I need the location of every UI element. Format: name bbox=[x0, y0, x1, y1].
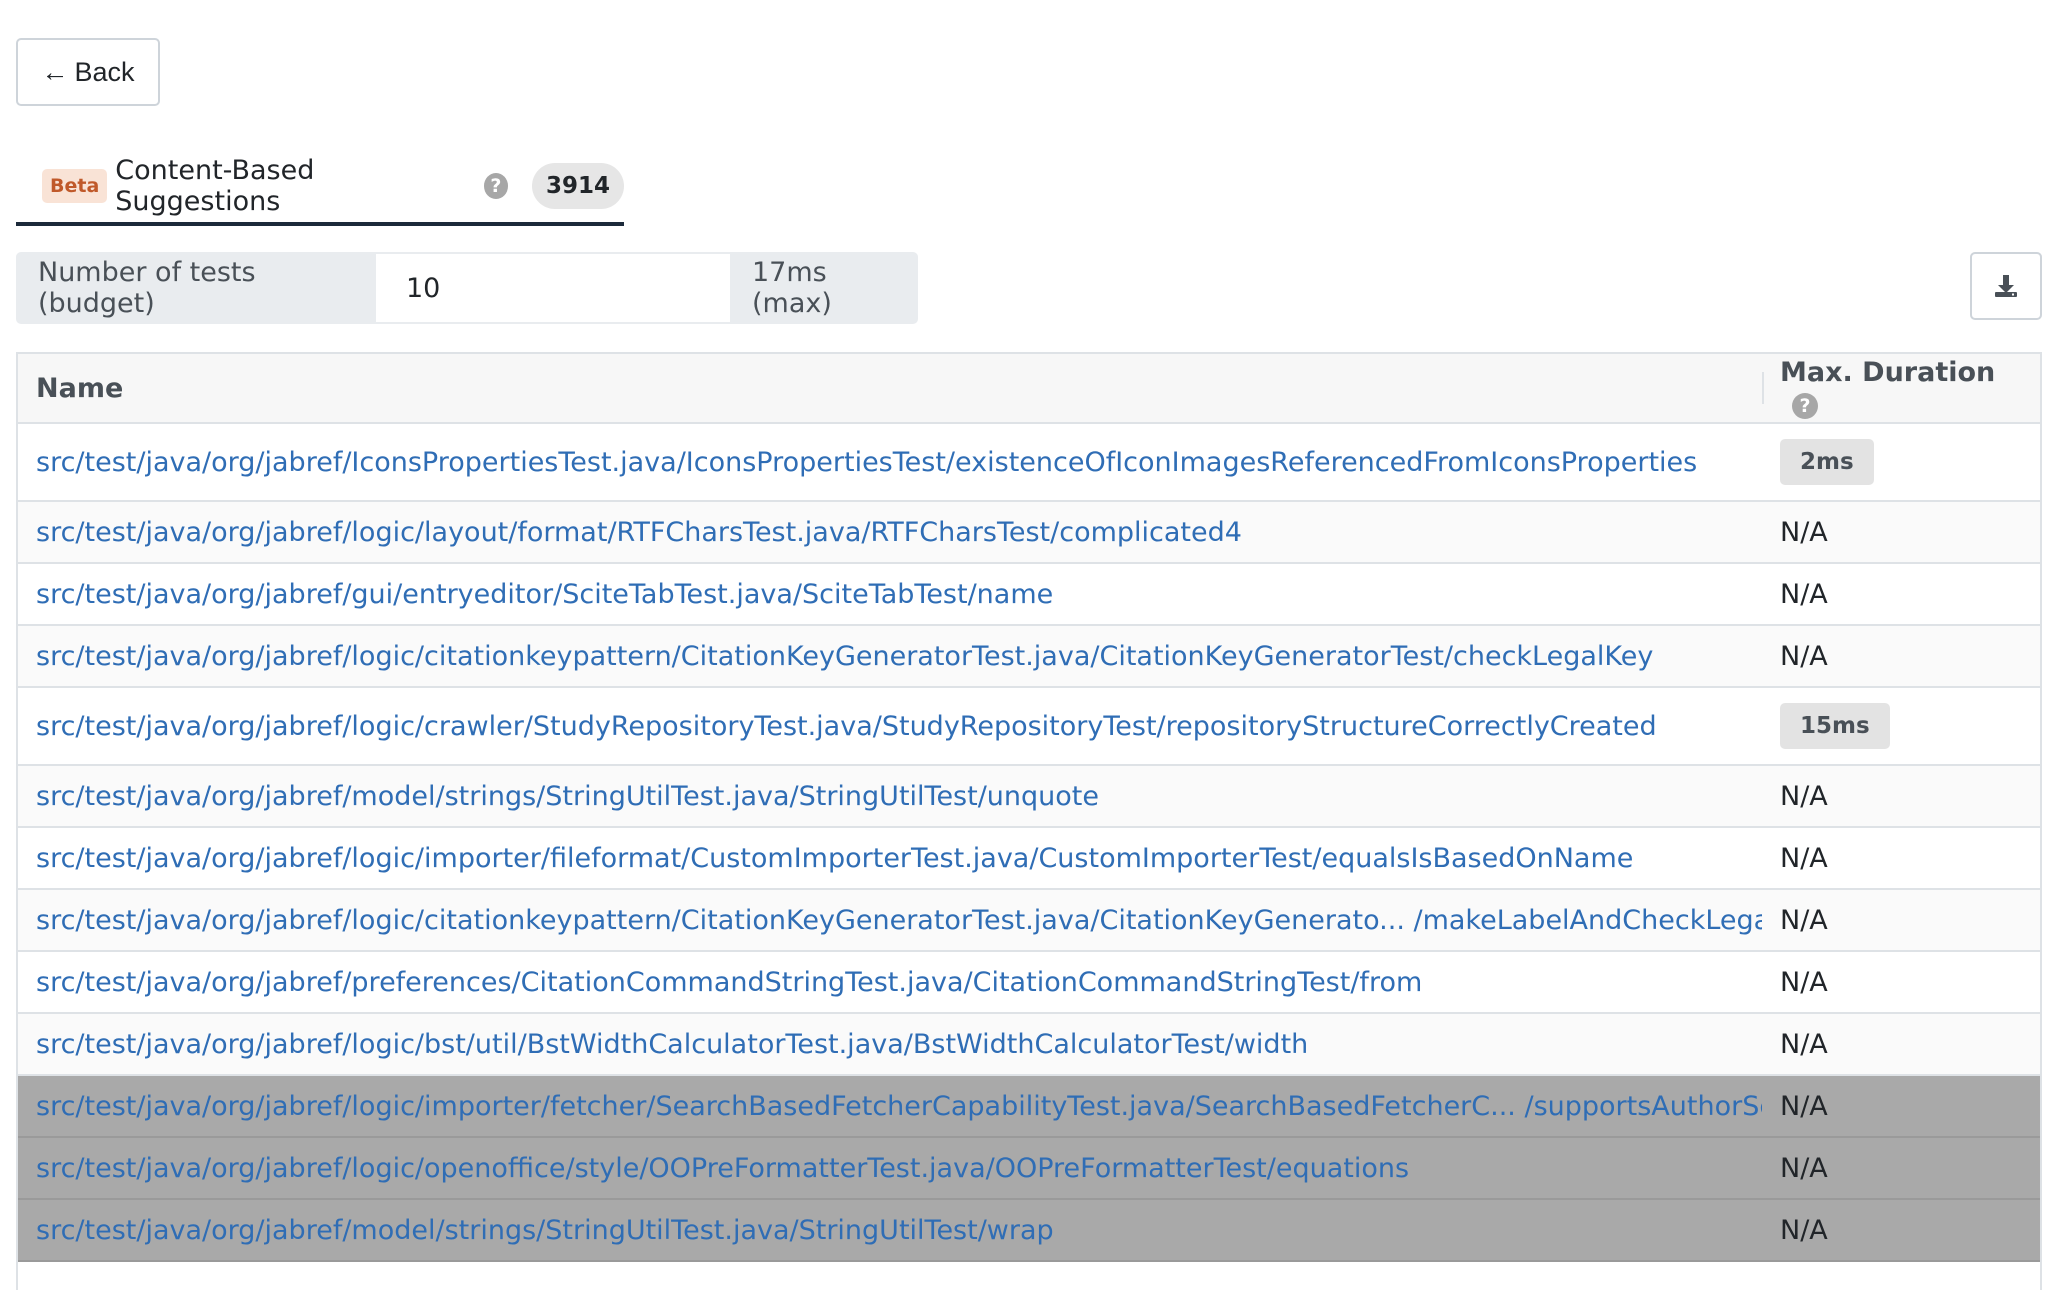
test-name-link[interactable]: src/test/java/org/jabref/logic/layout/fo… bbox=[36, 517, 1242, 548]
test-name-link[interactable]: src/test/java/org/jabref/model/strings/S… bbox=[36, 781, 1099, 812]
duration-value: N/A bbox=[1780, 1028, 1828, 1060]
test-name-link[interactable]: src/test/java/org/jabref/logic/openoffic… bbox=[36, 1153, 1409, 1184]
test-name-cell: src/test/java/org/jabref/gui/entryeditor… bbox=[18, 563, 1762, 626]
page: ← Back Beta Content-Based Suggestions ? … bbox=[0, 0, 2064, 1290]
duration-value: N/A bbox=[1780, 904, 1828, 936]
test-name-cell: src/test/java/org/jabref/logic/importer/… bbox=[18, 827, 1762, 890]
duration-badge: 2ms bbox=[1780, 439, 1874, 485]
test-name-cell: src/test/java/org/jabref/IconsProperties… bbox=[18, 423, 1762, 502]
back-button-label: Back bbox=[74, 56, 135, 87]
table-row: src/test/java/org/jabref/logic/layout/fo… bbox=[18, 501, 2040, 564]
test-name-link[interactable]: src/test/java/org/jabref/model/strings/S… bbox=[36, 1215, 1054, 1246]
table-row: src/test/java/org/jabref/logic/importer/… bbox=[18, 827, 2040, 890]
budget-label: Number of tests (budget) bbox=[16, 252, 376, 324]
table-body: src/test/java/org/jabref/IconsProperties… bbox=[18, 423, 2040, 1262]
budget-input-group: Number of tests (budget) 10 17ms (max) bbox=[16, 252, 918, 324]
test-name-link[interactable]: src/test/java/org/jabref/logic/importer/… bbox=[36, 1091, 1762, 1122]
table-row: src/test/java/org/jabref/logic/bst/util/… bbox=[18, 1013, 2040, 1076]
test-name-cell: src/test/java/org/jabref/logic/citationk… bbox=[18, 889, 1762, 952]
duration-value: N/A bbox=[1780, 1090, 1828, 1122]
help-icon[interactable]: ? bbox=[1792, 393, 1818, 419]
download-icon bbox=[1995, 275, 2017, 297]
test-name-link[interactable]: src/test/java/org/jabref/logic/citationk… bbox=[36, 641, 1653, 672]
table-header-row: Name Max. Duration ? bbox=[18, 354, 2040, 424]
duration-cell: N/A bbox=[1762, 1137, 2040, 1200]
test-name-cell: src/test/java/org/jabref/logic/citationk… bbox=[18, 625, 1762, 688]
back-arrow-icon: ← bbox=[41, 56, 69, 87]
duration-cell: N/A bbox=[1762, 765, 2040, 828]
table-row: src/test/java/org/jabref/model/strings/S… bbox=[18, 1199, 2040, 1262]
duration-value: N/A bbox=[1780, 1214, 1828, 1246]
table-row: src/test/java/org/jabref/logic/crawler/S… bbox=[18, 687, 2040, 766]
duration-value: N/A bbox=[1780, 842, 1828, 874]
table-row: src/test/java/org/jabref/gui/entryeditor… bbox=[18, 563, 2040, 626]
duration-cell: N/A bbox=[1762, 951, 2040, 1014]
budget-input[interactable]: 10 bbox=[376, 252, 730, 324]
duration-cell: N/A bbox=[1762, 827, 2040, 890]
duration-value: N/A bbox=[1780, 966, 1828, 998]
suggestions-table: Name Max. Duration ? src/test/java/org/j… bbox=[16, 352, 2042, 1290]
duration-cell: N/A bbox=[1762, 889, 2040, 952]
table-row: src/test/java/org/jabref/logic/openoffic… bbox=[18, 1137, 2040, 1200]
tab-label: Content-Based Suggestions bbox=[115, 155, 315, 217]
table-row: src/test/java/org/jabref/logic/citationk… bbox=[18, 889, 2040, 952]
duration-cell: N/A bbox=[1762, 1199, 2040, 1262]
test-name-cell: src/test/java/org/jabref/model/strings/S… bbox=[18, 765, 1762, 828]
duration-value: N/A bbox=[1780, 640, 1828, 672]
duration-badge: 15ms bbox=[1780, 703, 1890, 749]
duration-cell: N/A bbox=[1762, 501, 2040, 564]
table-row: src/test/java/org/jabref/preferences/Cit… bbox=[18, 951, 2040, 1014]
beta-badge: Beta bbox=[42, 169, 108, 203]
test-name-link[interactable]: src/test/java/org/jabref/logic/bst/util/… bbox=[36, 1029, 1308, 1060]
test-name-link[interactable]: src/test/java/org/jabref/gui/entryeditor… bbox=[36, 579, 1053, 610]
test-name-cell: src/test/java/org/jabref/logic/importer/… bbox=[18, 1075, 1762, 1138]
download-button[interactable] bbox=[1970, 252, 2042, 320]
back-button[interactable]: ← Back bbox=[16, 38, 160, 106]
table-row: src/test/java/org/jabref/logic/importer/… bbox=[18, 1075, 2040, 1138]
test-name-link[interactable]: src/test/java/org/jabref/logic/citationk… bbox=[36, 905, 1762, 936]
name-column-header[interactable]: Name bbox=[18, 354, 1762, 424]
max-duration-label: 17ms (max) bbox=[730, 252, 918, 324]
duration-value: N/A bbox=[1780, 516, 1828, 548]
test-name-cell: src/test/java/org/jabref/preferences/Cit… bbox=[18, 951, 1762, 1014]
table-row: src/test/java/org/jabref/model/strings/S… bbox=[18, 765, 2040, 828]
name-header-label: Name bbox=[36, 372, 124, 404]
test-name-link[interactable]: src/test/java/org/jabref/preferences/Cit… bbox=[36, 967, 1422, 998]
count-badge: 3914 bbox=[531, 163, 624, 209]
test-name-cell: src/test/java/org/jabref/logic/openoffic… bbox=[18, 1137, 1762, 1200]
test-name-link[interactable]: src/test/java/org/jabref/logic/crawler/S… bbox=[36, 711, 1657, 742]
duration-header-label: Max. Duration bbox=[1780, 357, 1996, 388]
test-name-cell: src/test/java/org/jabref/model/strings/S… bbox=[18, 1199, 1762, 1262]
tab-content-based-suggestions[interactable]: Beta Content-Based Suggestions ? 3914 bbox=[16, 150, 624, 226]
test-name-cell: src/test/java/org/jabref/logic/layout/fo… bbox=[18, 501, 1762, 564]
help-icon[interactable]: ? bbox=[483, 173, 508, 199]
test-name-link[interactable]: src/test/java/org/jabref/IconsProperties… bbox=[36, 447, 1697, 478]
duration-value: N/A bbox=[1780, 780, 1828, 812]
duration-cell: N/A bbox=[1762, 1013, 2040, 1076]
test-name-cell: src/test/java/org/jabref/logic/crawler/S… bbox=[18, 687, 1762, 766]
table-row: src/test/java/org/jabref/logic/citationk… bbox=[18, 625, 2040, 688]
table-row: src/test/java/org/jabref/IconsProperties… bbox=[18, 423, 2040, 502]
duration-value: N/A bbox=[1780, 578, 1828, 610]
duration-cell: N/A bbox=[1762, 625, 2040, 688]
duration-cell: 15ms bbox=[1762, 687, 2040, 766]
duration-cell: 2ms bbox=[1762, 423, 2040, 502]
test-name-cell: src/test/java/org/jabref/logic/bst/util/… bbox=[18, 1013, 1762, 1076]
duration-cell: N/A bbox=[1762, 563, 2040, 626]
duration-column-header[interactable]: Max. Duration ? bbox=[1762, 354, 2040, 424]
duration-value: N/A bbox=[1780, 1152, 1828, 1184]
duration-cell: N/A bbox=[1762, 1075, 2040, 1138]
test-name-link[interactable]: src/test/java/org/jabref/logic/importer/… bbox=[36, 843, 1633, 874]
